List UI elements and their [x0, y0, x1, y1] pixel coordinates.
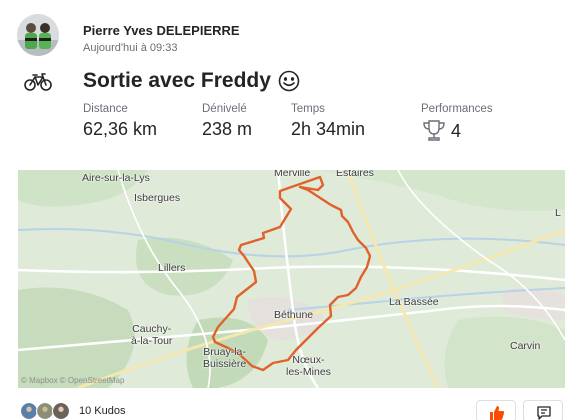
kudos-avatars[interactable]: [20, 402, 74, 420]
smiling-face-emoji-icon: [278, 70, 300, 92]
activity-title-text: Sortie avec Freddy: [83, 69, 271, 92]
thumbs-up-icon: [490, 406, 505, 420]
stat-distance-label: Distance: [83, 103, 128, 115]
kudos-button[interactable]: [476, 400, 516, 420]
stat-elevation: Dénivelé 238 m: [202, 103, 252, 140]
stat-elevation-label: Dénivelé: [202, 103, 247, 115]
map-place-bruay-la-buissiere: Bruay-la- Buissière: [203, 346, 247, 370]
map-place-aire-sur-la-lys: Aire-sur-la-Lys: [82, 172, 150, 184]
map-place-estaires: Estaires: [336, 170, 374, 179]
map-place-la-bassee: La Bassée: [389, 296, 439, 308]
stat-achievements[interactable]: Performances 4: [421, 103, 493, 143]
athlete-name[interactable]: Pierre Yves DELEPIERRE: [83, 23, 240, 38]
kudos-avatar-3-icon: [52, 402, 70, 420]
map-place-isbergues: Isbergues: [134, 192, 181, 204]
kudos-count[interactable]: 10 Kudos: [79, 405, 125, 417]
comment-button[interactable]: [523, 400, 563, 420]
map-place-carvin: Carvin: [510, 340, 541, 352]
map-place-lillers: Lillers: [158, 262, 186, 274]
map-attribution[interactable]: © Mapbox © OpenStreetMap: [21, 376, 124, 385]
activity-map[interactable]: Merville Estaires Aire-sur-la-Lys Isberg…: [18, 170, 565, 388]
stat-time-value: 2h 34min: [291, 119, 366, 139]
stat-distance: Distance 62,36 km: [83, 103, 157, 140]
map-place-merville: Merville: [274, 170, 311, 179]
stat-achievements-value: 4: [451, 120, 462, 141]
map-place-noeux-les-mines: Nœux- les-Mines: [286, 354, 331, 378]
comment-icon: [537, 406, 551, 420]
map-place-bethune: Béthune: [274, 309, 314, 321]
bike-icon: [24, 73, 52, 91]
stat-achievements-label: Performances: [421, 103, 493, 115]
stat-distance-value: 62,36 km: [83, 119, 158, 139]
activity-title[interactable]: Sortie avec Freddy: [83, 69, 300, 93]
map-place-cauchy-a-la-tour: Cauchy- à-la-Tour: [131, 323, 173, 347]
stat-time-label: Temps: [291, 103, 325, 115]
athlete-avatar-icon: [17, 14, 59, 56]
stat-achievements-value-row: 4: [421, 119, 493, 143]
stat-elevation-value: 238 m: [202, 119, 253, 139]
stat-time: Temps 2h 34min: [291, 103, 365, 140]
map-place-partial: L: [555, 207, 561, 219]
activity-timestamp: Aujourd'hui à 09:33: [83, 42, 178, 54]
athlete-avatar[interactable]: [17, 14, 59, 56]
trophy-icon: [423, 120, 445, 141]
